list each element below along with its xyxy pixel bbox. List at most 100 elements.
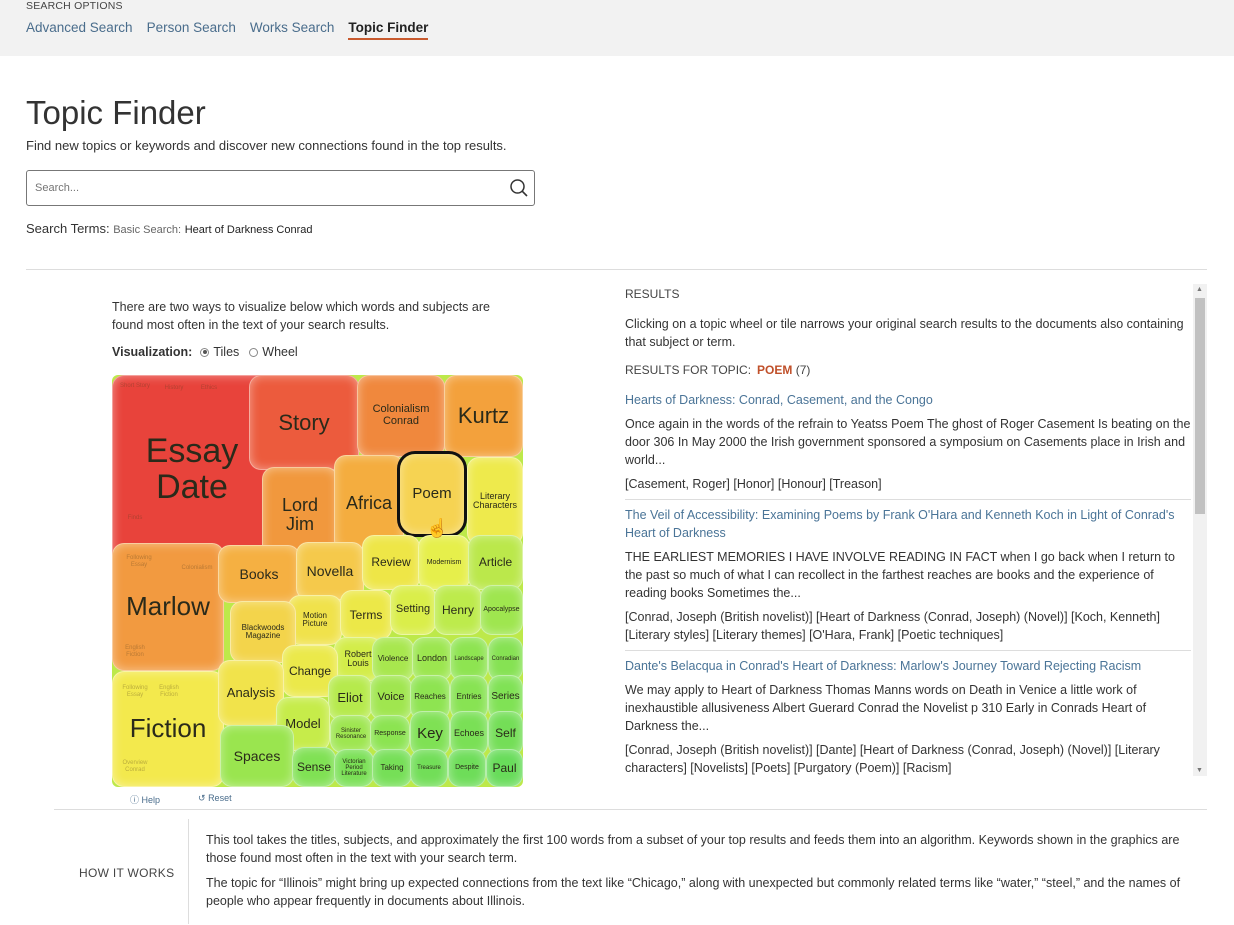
results-heading: RESULTS (625, 287, 680, 301)
result-title-link[interactable]: Dante's Belacqua in Conrad's Heart of Da… (625, 657, 1191, 675)
search-box (26, 170, 535, 206)
reset-button[interactable]: ↺ Reset (198, 793, 232, 804)
tile-label: Marlow (126, 591, 210, 622)
tile-label: Fiction (129, 713, 207, 744)
help-button[interactable]: ⓘ Help (130, 793, 160, 806)
tile-victorian-period-literature[interactable]: Victorian Period Literature (334, 749, 374, 787)
tile-label: Spaces (233, 747, 281, 764)
result-title-link[interactable]: Hearts of Darkness: Conrad, Casement, an… (625, 391, 1191, 409)
tile-label: Paul (492, 760, 517, 775)
tile-eliot[interactable]: Eliot (328, 675, 372, 720)
search-input[interactable] (27, 171, 497, 205)
tile-analysis[interactable]: Analysis (218, 660, 284, 726)
wheel-label[interactable]: Wheel (262, 345, 297, 359)
help-icon: ⓘ (130, 795, 140, 805)
tile-voice[interactable]: Voice (370, 675, 412, 720)
tile-review[interactable]: Review (362, 535, 420, 590)
tile-label: Blackwoods Magazine (241, 622, 285, 640)
tab-advanced-search[interactable]: Advanced Search (26, 20, 133, 40)
tile-label: Henry (441, 602, 474, 617)
tile-spaces[interactable]: Spaces (220, 725, 294, 787)
tile-label: Sense (296, 759, 332, 774)
results-panel[interactable]: RESULTS Clicking on a topic wheel or til… (625, 284, 1191, 776)
tile-sinister-resonance[interactable]: Sinister Resonance (330, 715, 372, 753)
tile-books[interactable]: Books (218, 545, 300, 603)
minor-tile-label[interactable]: Following Essay (118, 685, 152, 698)
tile-label: Self (495, 726, 516, 741)
topic-label: RESULTS FOR TOPIC: (625, 363, 752, 377)
tab-person-search[interactable]: Person Search (147, 20, 236, 40)
tile-response[interactable]: Response (370, 715, 410, 753)
tile-kurtz[interactable]: Kurtz (444, 375, 523, 457)
wheel-radio[interactable] (249, 347, 259, 357)
search-type: Basic Search: (113, 224, 182, 236)
tile-label: Novella (306, 562, 354, 579)
tile-label: Setting (395, 603, 431, 616)
scrollbar-thumb[interactable] (1195, 298, 1205, 514)
tiles-label[interactable]: Tiles (213, 345, 239, 359)
search-query: Heart of Darkness Conrad (184, 224, 313, 236)
result-item: The Veil of Accessibility: Examining Poe… (625, 500, 1191, 651)
scroll-down-icon[interactable]: ▼ (1196, 767, 1203, 774)
tile-treasure[interactable]: Treasure (410, 749, 448, 787)
tile-apocalypse[interactable]: Apocalypse (480, 585, 523, 635)
tile-literary-characters[interactable]: Literary Characters (467, 457, 523, 545)
minor-tile-label[interactable]: Ethics (192, 385, 226, 392)
minor-tile-label[interactable]: Short Story (118, 383, 152, 390)
tile-label: Key (417, 724, 443, 742)
tile-terms[interactable]: Terms (340, 590, 392, 640)
minor-tile-label[interactable]: English Fiction (118, 645, 152, 658)
how-it-works-paragraph: This tool takes the titles, subjects, an… (206, 833, 1180, 865)
tile-label: Kurtz (457, 403, 510, 429)
tile-label: Eliot (337, 689, 363, 705)
minor-tile-label[interactable]: English Fiction (152, 685, 186, 698)
reset-label: Reset (208, 793, 232, 803)
tile-label: Apocalypse (483, 606, 520, 614)
result-item: Hearts of Darkness: Conrad, Casement, an… (625, 385, 1191, 500)
minor-tile-label[interactable]: Following Essay (122, 555, 156, 568)
tile-label: Change (288, 663, 332, 678)
results-scrollbar[interactable]: ▲ ▼ (1193, 284, 1207, 776)
tile-setting[interactable]: Setting (390, 585, 436, 635)
tab-topic-finder[interactable]: Topic Finder (348, 20, 429, 40)
tile-label: Entries (456, 692, 482, 702)
page-subtitle: Find new topics or keywords and discover… (26, 138, 507, 153)
minor-tile-label[interactable]: Overview Conrad (118, 760, 152, 773)
tile-essay-date[interactable]: Essay Date (112, 375, 272, 565)
search-icon[interactable] (509, 178, 529, 203)
tile-paul[interactable]: Paul (486, 749, 523, 787)
divider (54, 809, 1207, 810)
tile-label: Essay Date (145, 432, 239, 506)
tile-article[interactable]: Article (468, 535, 523, 590)
search-options-label: SEARCH OPTIONS (26, 0, 123, 12)
how-it-works-text: This tool takes the titles, subjects, an… (206, 832, 1196, 910)
tile-despite[interactable]: Despite (448, 749, 486, 787)
tile-modernism[interactable]: Modernism (418, 535, 470, 590)
tile-colonialism-conrad[interactable]: Colonialism Conrad (357, 375, 445, 457)
hand-cursor-icon: ☝ (426, 518, 449, 538)
tile-label: Series (491, 691, 520, 703)
result-snippet: We may apply to Heart of Darkness Thomas… (625, 683, 1147, 733)
results-topic: RESULTS FOR TOPIC: POEM (7) (625, 361, 1191, 379)
tile-label: London (416, 653, 448, 664)
tiles-radio[interactable] (200, 347, 210, 357)
tile-label: Terms (349, 607, 383, 622)
tile-label: Conradian (491, 655, 520, 662)
tile-motion-picture[interactable]: Motion Picture (288, 595, 342, 645)
tab-works-search[interactable]: Works Search (250, 20, 335, 40)
tile-henry[interactable]: Henry (434, 585, 482, 635)
minor-tile-label[interactable]: Finds (118, 515, 152, 522)
topic-count: (7) (795, 363, 811, 377)
minor-tile-label[interactable]: Colonialism (180, 565, 214, 572)
tile-label: Treasure (417, 764, 441, 771)
tile-taking[interactable]: Taking (372, 749, 412, 787)
tile-label: Books (239, 565, 279, 582)
tile-label: Voice (377, 690, 405, 703)
result-title-link[interactable]: The Veil of Accessibility: Examining Poe… (625, 506, 1191, 542)
tile-label: Poem (412, 485, 452, 503)
visualization-intro: There are two ways to visualize below wh… (112, 300, 490, 332)
minor-tile-label[interactable]: History (157, 385, 191, 392)
tile-sense[interactable]: Sense (292, 747, 336, 787)
visualization-toggle: Visualization: Tiles Wheel (112, 345, 298, 359)
scroll-up-icon[interactable]: ▲ (1196, 286, 1203, 293)
